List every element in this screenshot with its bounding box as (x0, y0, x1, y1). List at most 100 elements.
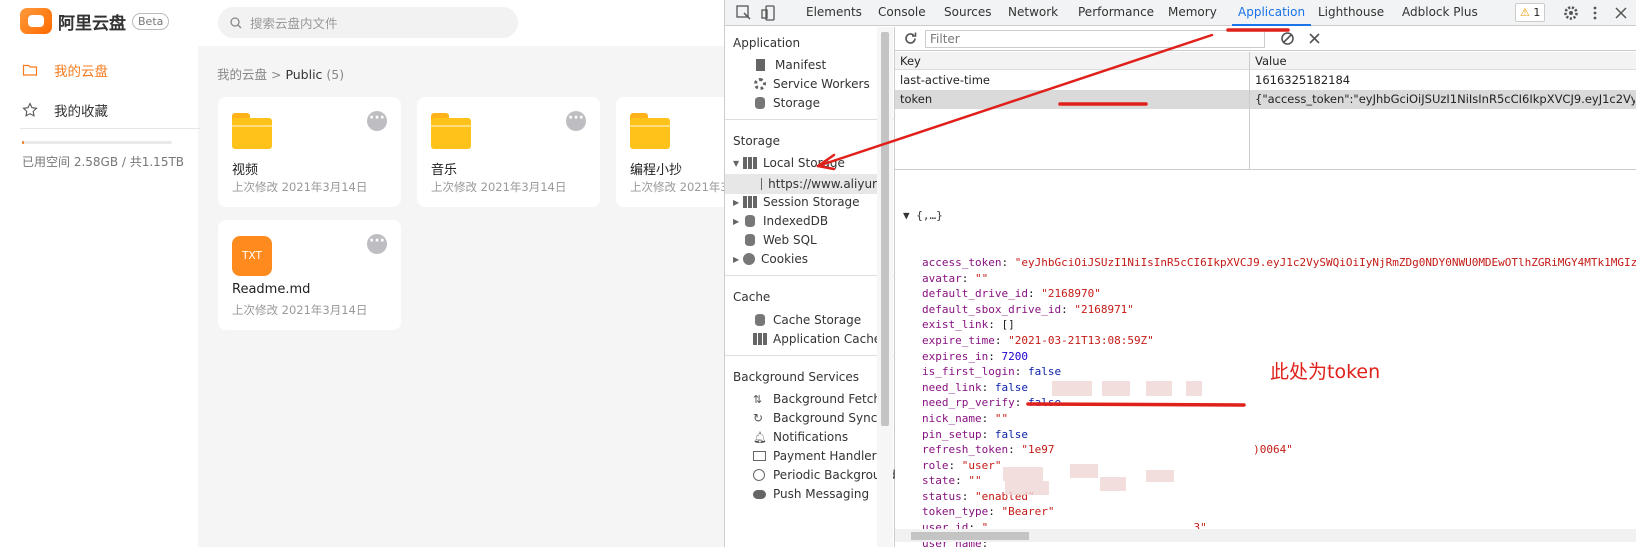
json-property[interactable]: default_drive_id: "2168970" (903, 286, 1636, 302)
file-card[interactable]: ··· 视频 上次修改 2021年3月14日 (218, 97, 401, 207)
sidebar-item-manifest[interactable]: Manifest (743, 58, 826, 72)
device-toolbar-icon[interactable] (760, 4, 778, 22)
sidebar-item-background-fetch[interactable]: ⇅ Background Fetch (743, 392, 881, 406)
expand-right-icon[interactable]: ▶ (733, 198, 743, 207)
quota-bar (22, 141, 172, 144)
close-icon[interactable] (1612, 4, 1630, 22)
nav-favorites[interactable]: 我的收藏 (22, 100, 108, 120)
sidebar-item-label: Notifications (773, 430, 849, 444)
json-property[interactable]: need_rp_verify: false (903, 395, 1636, 411)
sidebar-item-periodic-background[interactable]: Periodic Background (743, 468, 896, 482)
refresh-icon[interactable] (903, 31, 918, 46)
expand-right-icon[interactable]: ▶ (733, 217, 743, 226)
sidebar-item-session-storage[interactable]: ▶ Session Storage (733, 195, 860, 209)
column-value[interactable]: Value (1255, 54, 1287, 68)
kebab-menu-icon[interactable] (1586, 4, 1604, 22)
tab-adblock-plus[interactable]: Adblock Plus (1402, 0, 1478, 26)
sidebar-item-cache-storage[interactable]: Cache Storage (743, 313, 861, 327)
json-root[interactable]: ▼ {,…} (903, 208, 1636, 224)
sidebar-item-storage[interactable]: Storage (743, 96, 820, 110)
sidebar-item-background-sync[interactable]: ↻ Background Sync (743, 411, 877, 425)
nav-label: 我的云盘 (54, 64, 108, 80)
json-property[interactable]: default_sbox_drive_id: "2168971" (903, 302, 1636, 318)
more-icon[interactable]: ··· (367, 234, 387, 254)
json-property[interactable]: pin_setup: false (903, 427, 1636, 443)
sidebar-item-label: Session Storage (763, 195, 860, 209)
json-property[interactable]: avatar: "" (903, 271, 1636, 287)
json-value: "user" (961, 458, 1002, 472)
file-card[interactable]: TXT ··· Readme.md 上次修改 2021年3月14日 (218, 220, 401, 330)
tab-performance[interactable]: Performance (1078, 0, 1154, 26)
file-card[interactable]: 编程小抄 上次修改 2021年3 (616, 97, 728, 207)
sidebar-item-local-storage-origin[interactable]: https://www.aliyur (725, 174, 877, 194)
json-key: pin_setup (922, 427, 982, 441)
tab-application[interactable]: Application (1232, 0, 1312, 26)
file-name: 编程小抄 (630, 163, 683, 178)
json-key: expires_in (922, 349, 989, 363)
tab-sources[interactable]: Sources (944, 0, 991, 26)
json-property[interactable]: exist_link: [] (903, 317, 1636, 333)
json-value: false (994, 380, 1028, 394)
file-name: 音乐 (431, 163, 458, 178)
gear-icon (754, 78, 766, 90)
tab-network[interactable]: Network (1008, 0, 1058, 26)
preview-h-scroll-thumb[interactable] (911, 532, 1029, 540)
json-value: false (1027, 365, 1062, 379)
json-property[interactable]: refresh_token: "1e97 )0064" (903, 442, 1636, 458)
sidebar-item-application-cache[interactable]: Application Cache (743, 332, 881, 346)
sidebar-item-service-workers[interactable]: Service Workers (743, 77, 870, 91)
nav-my-drive[interactable]: 我的云盘 (22, 60, 108, 80)
warning-badge[interactable]: ⚠ 1 (1515, 3, 1546, 22)
json-value: "" (975, 271, 989, 285)
sidebar-item-notifications[interactable]: 🔔︎ Notifications (743, 430, 848, 444)
gear-icon[interactable] (1562, 4, 1580, 22)
column-key[interactable]: Key (900, 54, 921, 68)
sidebar-item-local-storage[interactable]: ▼ Local Storage (733, 156, 845, 170)
inspect-icon[interactable] (735, 4, 753, 22)
search-input[interactable]: 搜索云盘内文件 (218, 7, 518, 38)
file-card[interactable]: ··· 音乐 上次修改 2021年3月14日 (417, 97, 600, 207)
json-property[interactable]: expire_time: "2021-03-21T13:08:59Z" (903, 333, 1636, 349)
expand-down-icon[interactable]: ▼ (733, 159, 743, 168)
more-icon[interactable]: ··· (367, 111, 387, 131)
app-sidebar: 阿里云盘 Beta 我的云盘 我的收藏 已用空间 2.58GB / 共1.15T… (0, 0, 200, 547)
row-key: token (900, 92, 933, 106)
redaction-blur (1005, 481, 1049, 495)
sidebar-item-label: Service Workers (773, 77, 870, 91)
clear-all-icon[interactable] (1280, 31, 1295, 46)
sidebar-item-cookies[interactable]: ▶ Cookies (733, 252, 808, 266)
sidebar-item-web-sql[interactable]: Web SQL (733, 233, 817, 247)
json-property[interactable]: nick_name: "" (903, 411, 1636, 427)
sidebar-item-label: Cache Storage (773, 313, 862, 327)
sidebar-item-label: Cookies (761, 252, 808, 266)
application-sidebar: Application Manifest Service Workers Sto… (725, 27, 896, 547)
tab-lighthouse[interactable]: Lighthouse (1318, 0, 1384, 26)
sidebar-item-push-messaging[interactable]: Push Messaging (743, 487, 869, 501)
cloud-icon (753, 489, 766, 499)
json-value: "2021-03-21T13:08:59Z" (1008, 333, 1154, 347)
breadcrumb-root[interactable]: 我的云盘 (217, 67, 267, 82)
json-property[interactable]: access_token: "eyJhbGciOiJSUzI1NiIsInR5c… (903, 255, 1636, 271)
expand-right-icon[interactable]: ▶ (733, 255, 743, 264)
sidebar-item-label: https://www.aliyur (768, 177, 877, 191)
sidebar-item-payment-handler[interactable]: Payment Handler (743, 449, 877, 463)
tab-elements[interactable]: Elements (806, 0, 862, 26)
logo-icon (20, 8, 52, 34)
filter-placeholder: Filter (930, 32, 960, 46)
clock-icon (753, 469, 765, 481)
json-property[interactable]: token_type: "Bearer" (903, 504, 1636, 520)
delete-selected-icon[interactable] (1308, 32, 1321, 45)
json-key: default_drive_id (922, 287, 1028, 301)
filter-input[interactable]: Filter (925, 30, 1265, 48)
sidebar-item-indexeddb[interactable]: ▶ IndexedDB (733, 214, 828, 228)
sidebar-item-label: Application Cache (773, 332, 882, 346)
table-row[interactable]: last-active-time 1616325182184 (895, 71, 1636, 90)
tab-console[interactable]: Console (878, 0, 926, 26)
more-icon[interactable]: ··· (566, 111, 586, 131)
table-row[interactable]: token {"access_token":"eyJhbGciOiJSUzI1N… (895, 90, 1636, 109)
tab-memory[interactable]: Memory (1168, 0, 1217, 26)
sidebar-item-label: Background Sync (773, 411, 878, 425)
app-logo[interactable]: 阿里云盘 Beta (20, 8, 170, 34)
logo-text: 阿里云盘 (58, 13, 126, 34)
sidebar-scroll-thumb[interactable] (881, 32, 889, 426)
